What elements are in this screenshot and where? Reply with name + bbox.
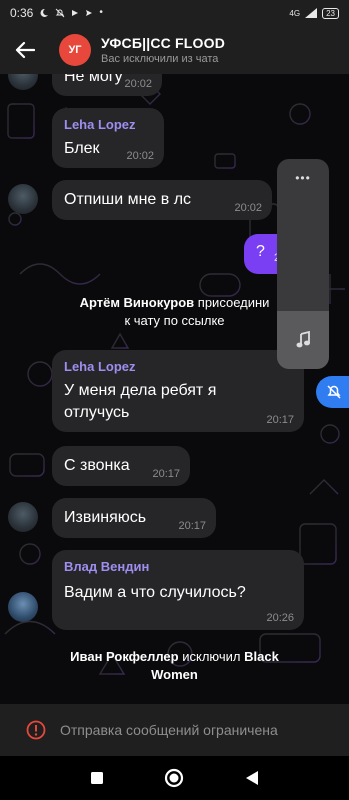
- floating-media-panel[interactable]: •••: [277, 159, 329, 369]
- home-circle-icon[interactable]: [164, 768, 184, 788]
- more-dots-icon[interactable]: •••: [277, 171, 329, 185]
- message-bubble[interactable]: Не могу 20:02: [52, 74, 162, 96]
- message-text: Не могу: [64, 74, 123, 85]
- join-actor[interactable]: Артём Винокуров: [80, 295, 195, 310]
- mute-button[interactable]: [316, 376, 349, 408]
- play-icon: [72, 10, 79, 16]
- system-nav-bar: [0, 756, 349, 800]
- message-time: 20:17: [178, 520, 206, 532]
- message-sender[interactable]: Leha Lopez: [64, 359, 136, 374]
- message-text: Отпиши мне в лс: [64, 191, 192, 208]
- chat-avatar[interactable]: УГ: [59, 34, 91, 66]
- network-label: 4G: [289, 8, 301, 18]
- message-time: 20:17: [152, 468, 180, 480]
- back-triangle-icon[interactable]: [245, 770, 259, 786]
- chat-subtitle: Вас исключили из чата: [101, 53, 219, 65]
- restriction-bar: Отправка сообщений ограничена: [0, 704, 349, 756]
- media-panel-music-button[interactable]: [277, 311, 329, 369]
- message-text: Извиняюсь: [64, 509, 147, 526]
- message-sender[interactable]: Влад Вендин: [64, 559, 149, 574]
- muted-bell-icon: [327, 385, 341, 399]
- dot-icon: •: [99, 7, 103, 18]
- message-bubble[interactable]: Извиняюсь 20:17: [52, 498, 216, 538]
- message-time: 20:17: [266, 414, 294, 426]
- chat-header: УГ УФСБ||СС FLOOD Вас исключили из чата: [0, 26, 349, 74]
- kick-target[interactable]: Black: [244, 649, 279, 664]
- avatar-initials: УГ: [68, 44, 82, 56]
- arrow-left-icon: [15, 41, 35, 59]
- signal-icon: [305, 8, 318, 18]
- back-button[interactable]: [0, 26, 50, 74]
- message-bubble[interactable]: Отпиши мне в лс 20:02: [52, 180, 272, 220]
- message-bubble[interactable]: Leha Lopez У меня дела ребят я отлучусь …: [52, 350, 304, 432]
- message-text: Блек: [64, 140, 100, 157]
- service-message-kick: Иван Рокфеллер исключил Black Women: [0, 648, 349, 684]
- music-note-icon: [296, 331, 310, 348]
- user-avatar[interactable]: [8, 184, 38, 214]
- status-bar: 0:36 • 4G 23: [0, 0, 349, 26]
- muted-bell-status-icon: [56, 8, 65, 18]
- moon-icon: [40, 8, 49, 17]
- message-text: ?: [256, 243, 265, 260]
- status-time: 0:36: [10, 6, 34, 20]
- message-text: У меня дела ребят я: [64, 382, 217, 399]
- message-time: 20:26: [266, 612, 294, 624]
- kick-target-line2[interactable]: Women: [151, 667, 198, 682]
- message-time: 20:02: [234, 202, 262, 214]
- message-time: 20:02: [126, 150, 154, 162]
- message-bubble[interactable]: С звонка 20:17: [52, 446, 190, 486]
- restriction-text: Отправка сообщений ограничена: [60, 722, 278, 738]
- chat-area[interactable]: Не могу 20:02 Leha Lopez Блек 20:02 Отпи…: [0, 74, 349, 704]
- recents-square-icon[interactable]: [90, 771, 104, 785]
- message-time: 20:02: [124, 78, 152, 90]
- message-text: отлучусь: [64, 404, 130, 421]
- message-bubble[interactable]: Leha Lopez Блек 20:02: [52, 108, 164, 168]
- chat-title-block[interactable]: УФСБ||СС FLOOD Вас исключили из чата: [101, 35, 225, 65]
- warning-circle-icon: [26, 720, 46, 740]
- message-text: С звонка: [64, 457, 130, 474]
- user-avatar[interactable]: [8, 592, 38, 622]
- send-icon: [86, 10, 93, 16]
- user-avatar[interactable]: [8, 502, 38, 532]
- message-text: Вадим а что случилось?: [64, 584, 246, 601]
- chat-title: УФСБ||СС FLOOD: [101, 35, 226, 51]
- message-bubble[interactable]: Влад Вендин Вадим а что случилось? 20:26: [52, 550, 304, 630]
- join-action: присоедини: [194, 295, 270, 310]
- kick-actor[interactable]: Иван Рокфеллер: [70, 649, 178, 664]
- message-sender[interactable]: Leha Lopez: [64, 117, 136, 132]
- battery-indicator: 23: [322, 7, 339, 19]
- kick-action: исключил: [178, 649, 245, 664]
